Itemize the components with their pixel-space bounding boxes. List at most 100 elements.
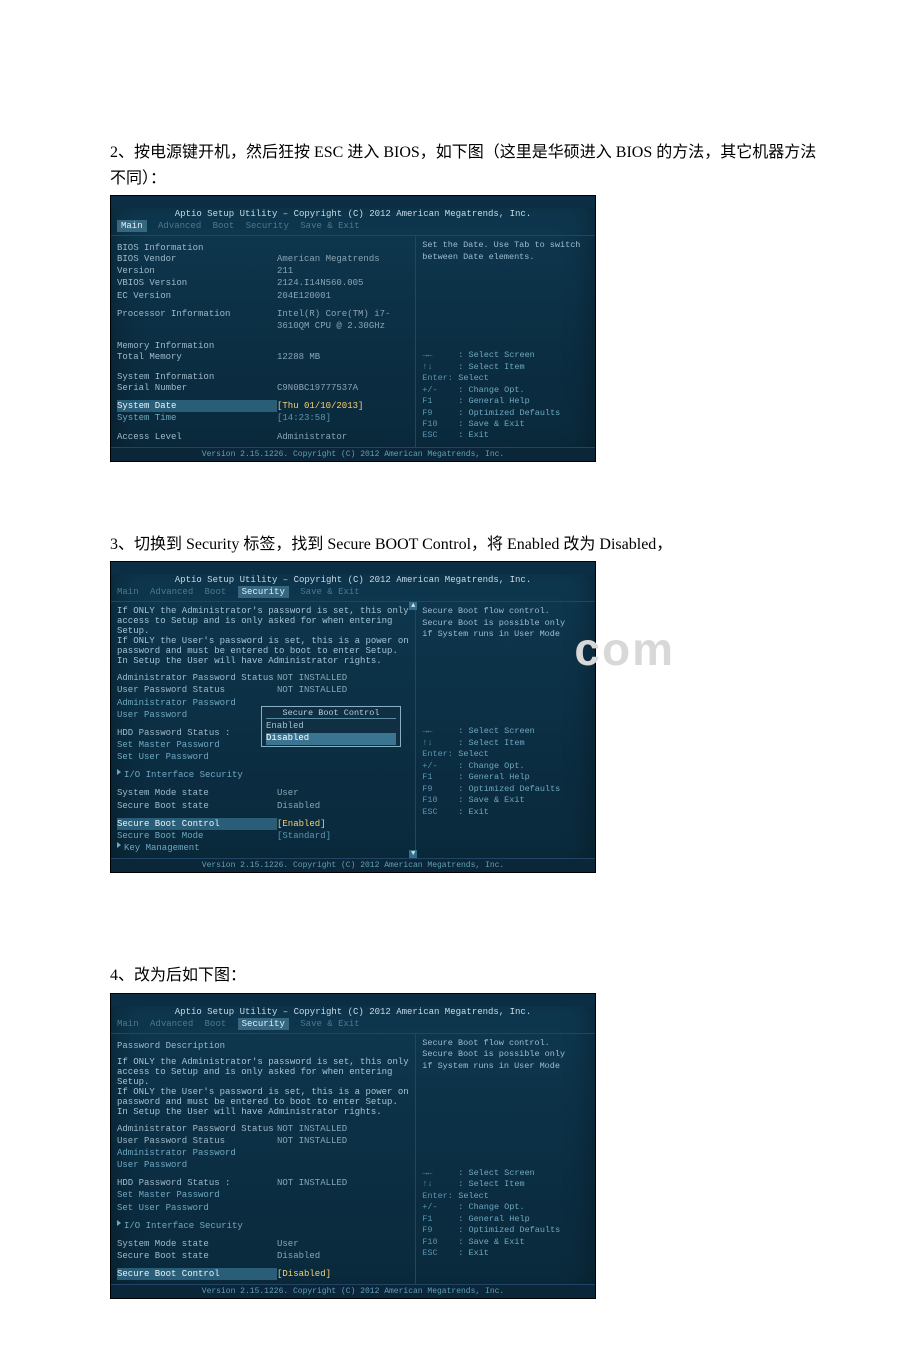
bios-tabs: Main Advanced Boot Security Save & Exit	[111, 1018, 595, 1033]
row-io-interface[interactable]: I/O Interface Security	[117, 769, 409, 781]
row-user-pw-status: User Password StatusNOT INSTALLED	[117, 684, 409, 696]
bios-body: ▲ ▼ If ONLY the Administrator's password…	[111, 601, 595, 859]
submenu-icon	[117, 769, 121, 775]
help-text: Secure Boot flow control. Secure Boot is…	[422, 1038, 589, 1168]
submenu-icon	[117, 1220, 121, 1226]
key-legend: →←: Select Screen ↑↓: Select Item Enter:…	[422, 726, 589, 818]
row-system-mode: System Mode stateUser	[117, 1238, 409, 1250]
row-total-memory: Total Memory12288 MB	[117, 351, 409, 363]
tab-boot[interactable]: Boot	[205, 1019, 227, 1029]
bios-title: Aptio Setup Utility – Copyright (C) 2012…	[111, 574, 595, 586]
tab-security[interactable]: Security	[238, 586, 289, 598]
bios-help-panel: Secure Boot flow control. Secure Boot is…	[416, 602, 595, 858]
row-system-time[interactable]: System Time[14:23:58]	[117, 412, 409, 424]
step-2-caption: 2、按电源键开机，然后狂按 ESC 进入 BIOS，如下图（这里是华硕进入 BI…	[110, 140, 830, 191]
row-set-user[interactable]: Set User Password	[117, 751, 409, 763]
row-system-mode: System Mode stateUser	[117, 787, 409, 799]
row-key-management[interactable]: Key Management	[117, 842, 409, 854]
popup-title: Secure Boot Control	[266, 708, 396, 719]
bios-left-panel: Password Description If ONLY the Adminis…	[111, 1034, 416, 1285]
tab-advanced[interactable]: Advanced	[158, 221, 201, 231]
tab-advanced[interactable]: Advanced	[150, 587, 193, 597]
row-io-interface[interactable]: I/O Interface Security	[117, 1220, 409, 1232]
row-user-pw-status: User Password StatusNOT INSTALLED	[117, 1135, 409, 1147]
popup-option-enabled[interactable]: Enabled	[266, 721, 396, 733]
bios-menubar	[111, 562, 595, 574]
pw-desc-2: access to Setup and is only asked for wh…	[117, 616, 409, 636]
row-version: Version211	[117, 265, 409, 277]
bios-screenshot-security-popup: com Aptio Setup Utility – Copyright (C) …	[110, 561, 596, 873]
tab-boot[interactable]: Boot	[205, 587, 227, 597]
row-admin-pw[interactable]: Administrator Password	[117, 1147, 409, 1159]
row-ec: EC Version204E120001	[117, 290, 409, 302]
row-system-date-selected[interactable]: System Date[Thu 01/10/2013]	[117, 400, 409, 412]
bios-body: Password Description If ONLY the Adminis…	[111, 1033, 595, 1286]
row-secure-boot-state: Secure Boot stateDisabled	[117, 1250, 409, 1262]
pw-desc-2: access to Setup and is only asked for wh…	[117, 1067, 409, 1087]
bios-screenshot-main: Aptio Setup Utility – Copyright (C) 2012…	[110, 195, 596, 462]
row-secure-boot-control-selected[interactable]: Secure Boot Control[Enabled]	[117, 818, 409, 830]
step-4-caption: 4、改为后如下图：	[110, 963, 830, 989]
secure-boot-popup: Secure Boot Control Enabled Disabled	[261, 706, 401, 746]
submenu-icon	[117, 842, 121, 848]
scroll-up-icon[interactable]: ▲	[409, 602, 417, 610]
tab-security[interactable]: Security	[238, 1018, 289, 1030]
row-processor: Processor InformationIntel(R) Core(TM) i…	[117, 308, 409, 332]
bios-footer: Version 2.15.1226. Copyright (C) 2012 Am…	[111, 1285, 595, 1298]
row-admin-pw-status: Administrator Password StatusNOT INSTALL…	[117, 1123, 409, 1135]
tab-boot[interactable]: Boot	[213, 221, 235, 231]
pw-desc-1: If ONLY the Administrator's password is …	[117, 606, 409, 616]
row-bios-vendor: BIOS VendorAmerican Megatrends	[117, 253, 409, 265]
bios-help-panel: Secure Boot flow control. Secure Boot is…	[416, 1034, 595, 1285]
password-description-heading: Password Description	[117, 1041, 409, 1051]
pw-desc-1: If ONLY the Administrator's password is …	[117, 1057, 409, 1067]
key-legend: →←: Select Screen ↑↓: Select Item Enter:…	[422, 1168, 589, 1260]
pw-desc-3: If ONLY the User's password is set, this…	[117, 636, 409, 646]
row-secure-boot-control-selected[interactable]: Secure Boot Control[Disabled]	[117, 1268, 409, 1280]
row-serial: Serial NumberC9N0BC19777537A	[117, 382, 409, 394]
bios-help-panel: Set the Date. Use Tab to switch between …	[416, 236, 595, 447]
bios-body: BIOS Information BIOS VendorAmerican Meg…	[111, 235, 595, 448]
bios-tabs: Main Advanced Boot Security Save & Exit	[111, 586, 595, 601]
tab-save-exit[interactable]: Save & Exit	[300, 1019, 359, 1029]
pw-desc-5: In Setup the User will have Administrato…	[117, 656, 409, 666]
tab-advanced[interactable]: Advanced	[150, 1019, 193, 1029]
scroll-down-icon[interactable]: ▼	[409, 850, 417, 858]
tab-save-exit[interactable]: Save & Exit	[300, 221, 359, 231]
row-admin-pw-status: Administrator Password StatusNOT INSTALL…	[117, 672, 409, 684]
bios-title: Aptio Setup Utility – Copyright (C) 2012…	[111, 208, 595, 220]
row-access-level: Access LevelAdministrator	[117, 431, 409, 443]
bios-screenshot-security-after: Aptio Setup Utility – Copyright (C) 2012…	[110, 993, 596, 1300]
row-set-master[interactable]: Set Master Password	[117, 1189, 409, 1201]
bios-menubar	[111, 994, 595, 1006]
pw-desc-3: If ONLY the User's password is set, this…	[117, 1087, 409, 1097]
help-text: Secure Boot flow control. Secure Boot is…	[422, 606, 589, 726]
help-text: Set the Date. Use Tab to switch between …	[422, 240, 589, 350]
section-system: System Information	[117, 372, 409, 382]
key-legend: →←: Select Screen ↑↓: Select Item Enter:…	[422, 350, 589, 442]
bios-left-panel: BIOS Information BIOS VendorAmerican Meg…	[111, 236, 416, 447]
row-secure-boot-mode[interactable]: Secure Boot Mode[Standard]	[117, 830, 409, 842]
pw-desc-4: password and must be entered to boot to …	[117, 646, 409, 656]
bios-tabs: Main Advanced Boot Security Save & Exit	[111, 220, 595, 235]
tab-main[interactable]: Main	[117, 220, 147, 232]
row-vbios: VBIOS Version2124.I14N560.005	[117, 277, 409, 289]
pw-desc-5: In Setup the User will have Administrato…	[117, 1107, 409, 1117]
bios-footer: Version 2.15.1226. Copyright (C) 2012 Am…	[111, 859, 595, 872]
document-page: 2、按电源键开机，然后狂按 ESC 进入 BIOS，如下图（这里是华硕进入 BI…	[0, 0, 880, 1349]
tab-security[interactable]: Security	[246, 221, 289, 231]
row-hdd-pw: HDD Password Status :NOT INSTALLED	[117, 1177, 409, 1189]
row-set-user[interactable]: Set User Password	[117, 1202, 409, 1214]
bios-footer: Version 2.15.1226. Copyright (C) 2012 Am…	[111, 448, 595, 461]
popup-option-disabled-selected[interactable]: Disabled	[266, 733, 396, 745]
bios-menubar	[111, 196, 595, 208]
tab-main[interactable]: Main	[117, 587, 139, 597]
tab-save-exit[interactable]: Save & Exit	[300, 587, 359, 597]
tab-main[interactable]: Main	[117, 1019, 139, 1029]
row-user-pw[interactable]: User Password	[117, 1159, 409, 1171]
step-3-caption: 3、切换到 Security 标签，找到 Secure BOOT Control…	[110, 532, 830, 558]
section-bios-info: BIOS Information	[117, 243, 409, 253]
pw-desc-4: password and must be entered to boot to …	[117, 1097, 409, 1107]
section-memory: Memory Information	[117, 341, 409, 351]
bios-title: Aptio Setup Utility – Copyright (C) 2012…	[111, 1006, 595, 1018]
